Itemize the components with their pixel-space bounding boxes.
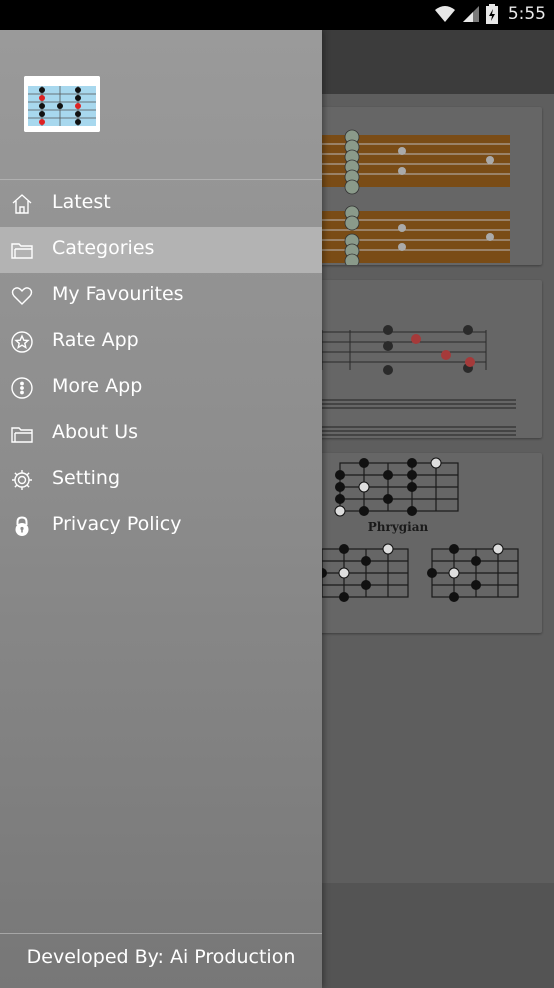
- heart-icon: [11, 285, 33, 307]
- menu-item-favourites[interactable]: My Favourites: [0, 273, 322, 319]
- folder-icon: [11, 423, 33, 445]
- gear-icon: [11, 469, 33, 491]
- menu-item-setting[interactable]: Setting: [0, 457, 322, 503]
- status-icons: 5:55: [434, 4, 546, 24]
- menu-label-latest: Latest: [52, 191, 111, 213]
- navigation-drawer: Latest Categories My Favourites Rate App…: [0, 30, 322, 988]
- menu-label-more-app: More App: [52, 375, 143, 397]
- footer-divider: [0, 933, 322, 934]
- menu-label-favourites: My Favourites: [52, 283, 184, 305]
- menu-label-setting: Setting: [52, 467, 121, 489]
- battery-icon: [485, 4, 498, 24]
- guitar-scale-card-3[interactable]: Phrygian: [300, 453, 542, 633]
- menu-label-privacy-policy: Privacy Policy: [52, 513, 182, 535]
- menu-item-latest[interactable]: Latest: [0, 181, 322, 227]
- menu-label-rate-app: Rate App: [52, 329, 139, 351]
- menu-label-categories: Categories: [52, 237, 155, 259]
- wifi-icon: [434, 6, 455, 22]
- more-icon: [11, 377, 33, 399]
- star-icon: [11, 331, 33, 353]
- home-icon: [11, 193, 33, 215]
- menu-item-about-us[interactable]: About Us: [0, 411, 322, 457]
- status-time: 5:55: [507, 4, 546, 24]
- scale-caption: Phrygian: [368, 520, 429, 534]
- menu-label-about-us: About Us: [52, 421, 139, 443]
- status-bar: 5:55: [0, 0, 554, 30]
- menu-item-privacy-policy[interactable]: Privacy Policy: [0, 503, 322, 549]
- app-logo: [24, 76, 100, 132]
- lock-icon: [11, 515, 33, 537]
- drawer-header: [0, 30, 322, 178]
- guitar-scale-card-1[interactable]: [300, 107, 542, 265]
- fretboard-image-1: [300, 129, 510, 265]
- guitar-scale-card-2[interactable]: [300, 280, 542, 438]
- tab-notation-image: [300, 325, 516, 436]
- drawer-menu: Latest Categories My Favourites Rate App…: [0, 181, 322, 549]
- folder-icon: [11, 239, 33, 261]
- menu-item-more-app[interactable]: More App: [0, 365, 322, 411]
- scale-diagrams-image: Phrygian: [317, 457, 519, 602]
- developer-credit: Developed By: Ai Production: [26, 946, 296, 968]
- menu-item-categories[interactable]: Categories: [0, 227, 322, 273]
- signal-icon: [462, 6, 479, 22]
- menu-item-rate-app[interactable]: Rate App: [0, 319, 322, 365]
- header-divider: [0, 179, 322, 180]
